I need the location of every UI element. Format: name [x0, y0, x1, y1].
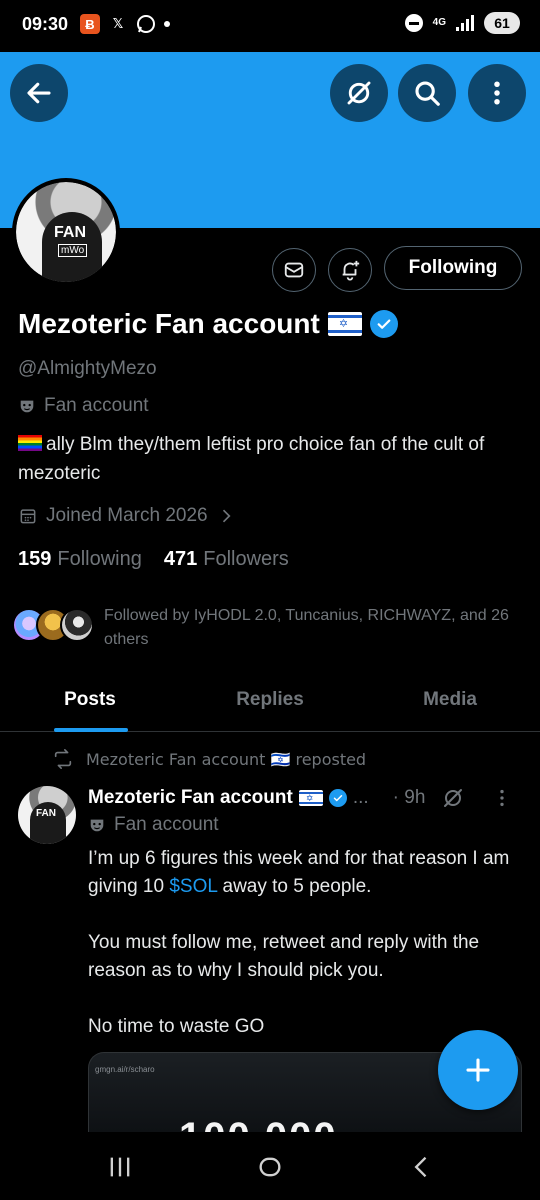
theater-mask-icon	[90, 819, 104, 832]
mail-icon	[284, 262, 304, 278]
search-button[interactable]	[398, 64, 456, 122]
grok-icon[interactable]	[441, 786, 465, 810]
post-time: · 9h	[392, 787, 426, 808]
repost-label: Mezoteric Fan account 🇮🇱 reposted	[86, 749, 367, 769]
network-type: 4G	[432, 17, 446, 28]
tab-media[interactable]: Media	[360, 672, 540, 731]
rainbow-flag-icon	[18, 435, 42, 451]
repost-icon	[54, 749, 72, 769]
joined-date: Joined March 2026	[46, 505, 208, 526]
follower-avatar	[60, 608, 94, 642]
bell-plus-icon	[342, 260, 360, 281]
repost-indicator: Mezoteric Fan account 🇮🇱 reposted	[52, 748, 366, 770]
status-system-icons: 4G 61	[404, 12, 520, 34]
search-icon	[415, 81, 440, 106]
following-stat[interactable]: 159 Following	[18, 548, 142, 571]
post-text: I’m up 6 figures this week and for that …	[88, 845, 518, 1041]
post-more-icon[interactable]	[491, 787, 513, 809]
profile-handle: @AlmightyMezo	[18, 358, 157, 379]
system-nav-bar	[0, 1132, 540, 1200]
following-label: Following	[57, 548, 142, 570]
recent-apps-icon	[110, 1157, 130, 1177]
back-button[interactable]	[10, 64, 68, 122]
grok-button[interactable]	[330, 64, 388, 122]
message-button[interactable]	[272, 248, 316, 292]
followers-label: Followers	[203, 548, 289, 570]
image-url-text: gmgn.ai/r/scharo	[95, 1065, 155, 1074]
followers-count: 471	[163, 548, 198, 570]
more-vertical-icon	[494, 81, 500, 105]
status-bar: 09:30 Ƀ 𝕏 4G 61	[0, 0, 540, 52]
followers-stat[interactable]: 471 Followers	[164, 548, 289, 571]
back-nav-button[interactable]	[402, 1152, 442, 1182]
image-big-text: 100,000	[179, 1115, 338, 1132]
notify-button[interactable]	[328, 248, 372, 292]
post-author-name[interactable]: Mezoteric Fan account	[88, 787, 293, 809]
more-button[interactable]	[468, 64, 526, 122]
cashtag-link[interactable]: $SOL	[169, 876, 217, 897]
arrow-left-icon	[27, 82, 51, 104]
post-category: Fan account	[88, 814, 219, 836]
profile-joined[interactable]: Joined March 2026	[18, 505, 236, 527]
chevron-left-icon	[414, 1156, 427, 1178]
followed-by-row[interactable]: Followed by IyHODL 2.0, Tuncanius, RICHW…	[12, 604, 540, 652]
avatar-sub-text: mWo	[58, 244, 88, 257]
profile-name-row: Mezoteric Fan account ✡	[18, 308, 398, 340]
theater-mask-icon	[20, 400, 34, 413]
compose-button[interactable]	[438, 1030, 518, 1110]
israel-flag-icon: ✡	[327, 312, 362, 336]
signal-icon	[456, 15, 474, 31]
tab-replies[interactable]: Replies	[180, 672, 360, 731]
profile-bio-text: ally Blm they/them leftist pro choice fa…	[18, 434, 485, 484]
home-circle-icon	[259, 1157, 281, 1177]
post-author-avatar[interactable]: FAN	[18, 786, 76, 844]
following-button[interactable]: Following	[384, 246, 522, 290]
chevron-right-icon	[222, 509, 231, 523]
post-header: Mezoteric Fan account ✡ ... · 9h	[88, 786, 528, 810]
avatar-fan-text: FAN	[54, 224, 86, 241]
plus-icon	[466, 1058, 490, 1082]
post-category-label: Fan account	[114, 814, 219, 835]
home-button[interactable]	[250, 1152, 290, 1182]
follower-avatars	[12, 608, 94, 642]
x-logo-icon: 𝕏	[112, 16, 124, 31]
israel-flag-icon: ✡	[298, 790, 323, 806]
status-notification-icons: Ƀ 𝕏	[80, 14, 170, 34]
status-time: 09:30	[22, 14, 69, 34]
more-notifications-dot	[164, 21, 170, 27]
tab-posts[interactable]: Posts	[0, 672, 180, 732]
verified-badge-icon[interactable]	[369, 310, 398, 338]
post-handle-truncated: ...	[352, 787, 369, 808]
app-notification-icon: Ƀ	[80, 14, 100, 34]
profile-stats: 159 Following 471 Followers	[18, 548, 289, 571]
whatsapp-icon	[137, 15, 155, 33]
verified-badge-icon	[328, 789, 347, 807]
post-text-part: away to 5 people. You must follow me, re…	[88, 876, 480, 1037]
grok-icon	[347, 81, 371, 105]
followed-by-text: Followed by IyHODL 2.0, Tuncanius, RICHW…	[104, 607, 509, 648]
profile-category-label: Fan account	[44, 395, 149, 416]
profile-avatar[interactable]: FAN mWo	[12, 178, 120, 286]
battery-level: 61	[484, 12, 520, 34]
do-not-disturb-icon	[404, 14, 423, 32]
recent-apps-button[interactable]	[100, 1152, 140, 1182]
profile-bio: ally Blm they/them leftist pro choice fa…	[18, 430, 518, 488]
profile-display-name: Mezoteric Fan account	[18, 308, 320, 339]
post-avatar-text: FAN	[36, 808, 56, 819]
profile-category: Fan account	[18, 395, 149, 417]
calendar-icon	[20, 509, 36, 524]
profile-tabs: Posts Replies Media	[0, 672, 540, 732]
following-count: 159	[18, 548, 52, 570]
